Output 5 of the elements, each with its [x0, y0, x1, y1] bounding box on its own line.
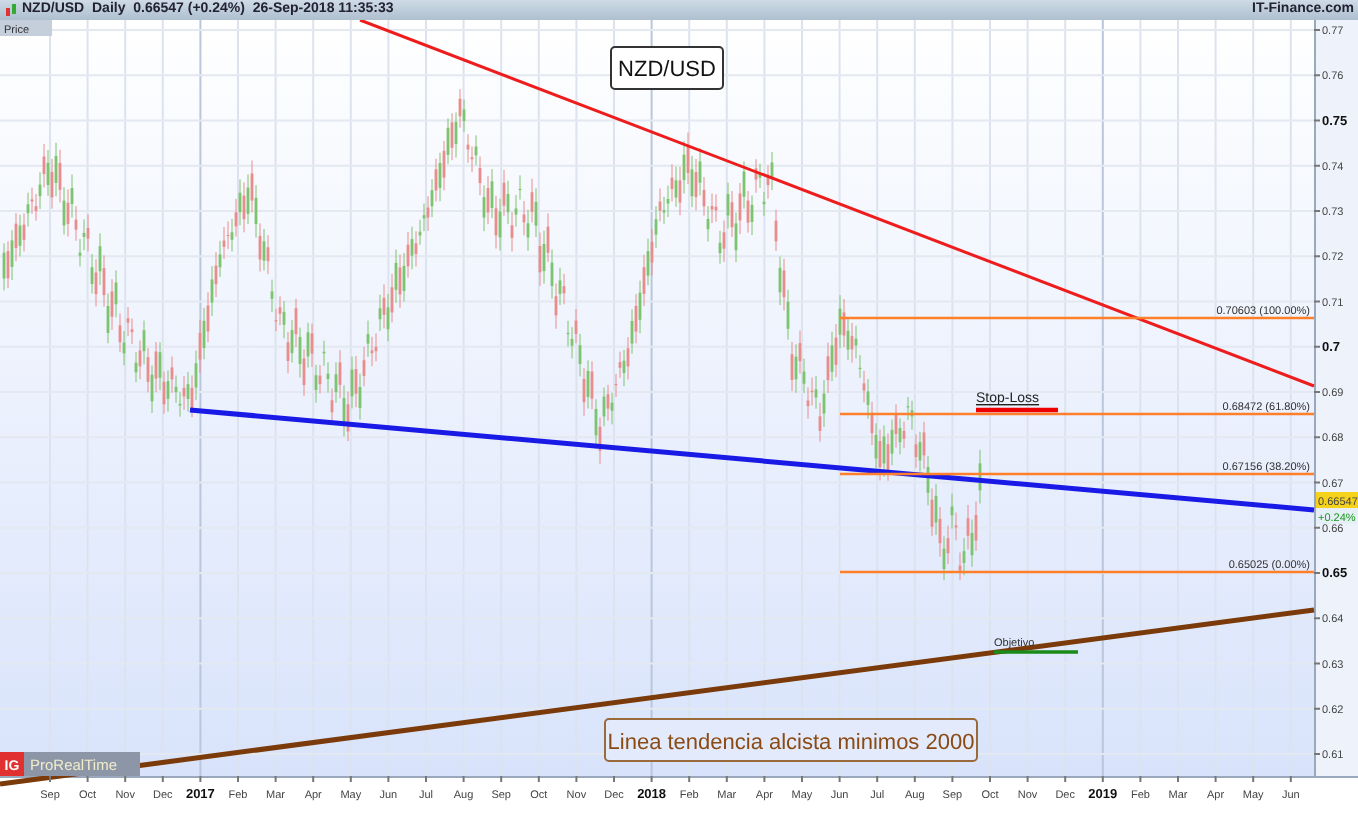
candlestick-icon — [4, 3, 18, 17]
target-marker — [994, 650, 1078, 654]
stop-loss-marker — [976, 407, 1058, 413]
chart-title: NZD/USD — [610, 46, 724, 90]
trendline-note: Linea tendencia alcista minimos 2000 — [604, 718, 978, 762]
